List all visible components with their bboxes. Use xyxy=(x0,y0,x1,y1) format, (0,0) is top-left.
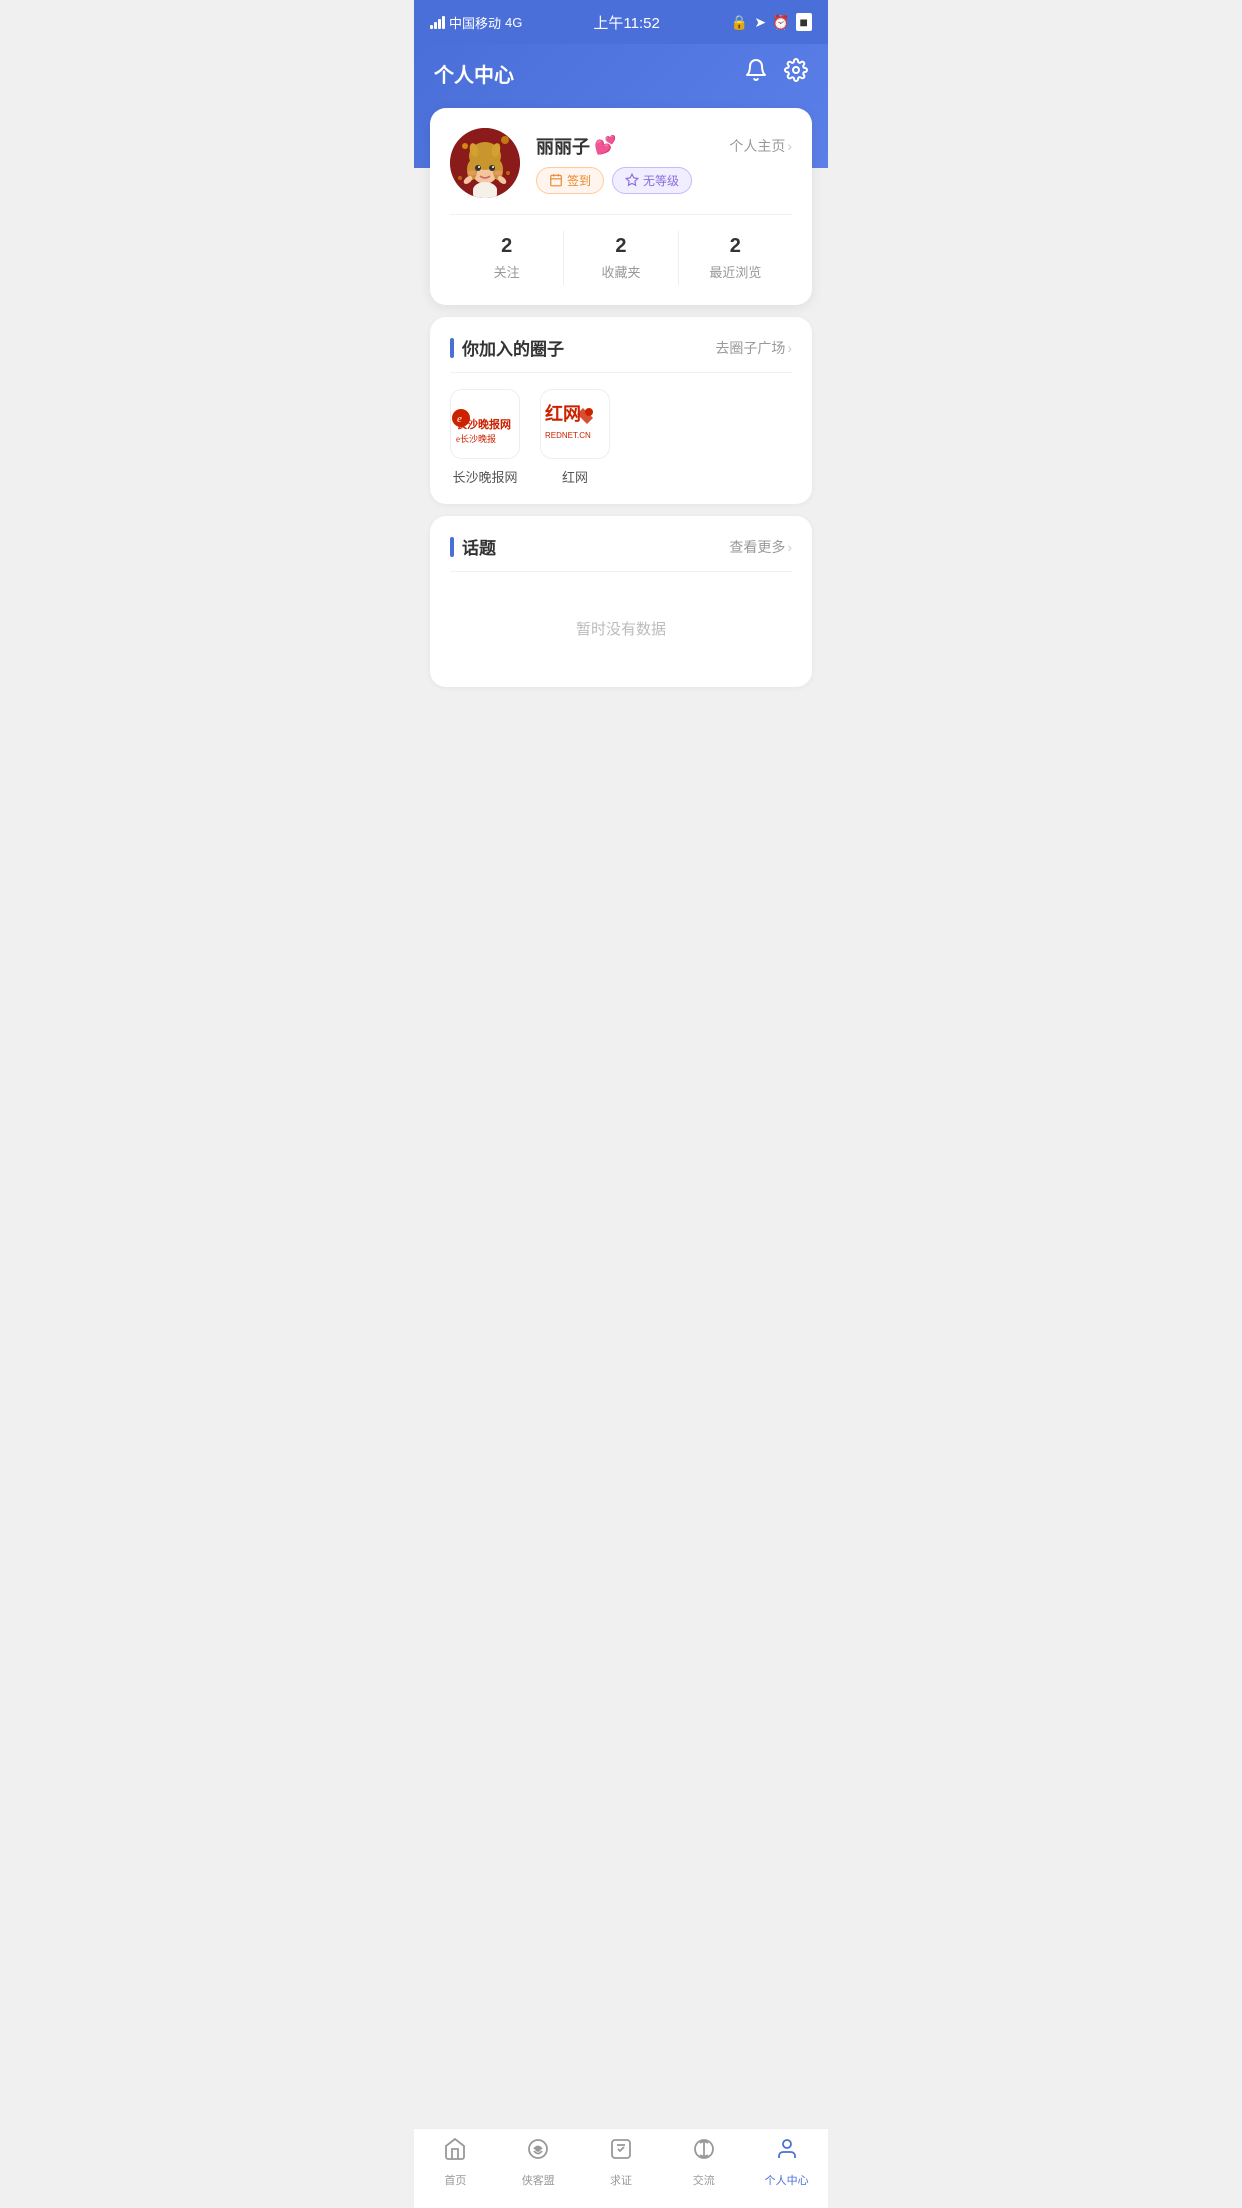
lock-icon: 🔒 xyxy=(731,14,748,31)
profile-icon xyxy=(775,2137,799,2168)
profile-name: 丽丽子 xyxy=(536,133,590,159)
level-label: 无等级 xyxy=(643,172,679,189)
status-bar: 中国移动 4G 上午11:52 🔒 ➤ ⏰ ■ xyxy=(414,0,828,44)
recent-label: 最近浏览 xyxy=(679,262,792,281)
profile-top: 丽丽子 💕 个人主页 › 签到 xyxy=(450,128,792,198)
chevron-right-icon: › xyxy=(787,340,792,356)
level-badge: 无等级 xyxy=(612,167,692,194)
circles-section: 你加入的圈子 去圈子广场 › 长沙晚报网 e长沙晚报 e 长沙晚报网 xyxy=(430,317,812,504)
nav-label-profile: 个人中心 xyxy=(765,2172,809,2188)
bottom-nav: 首页 侠客盟 求证 xyxy=(414,2128,828,2208)
stat-following[interactable]: 2 关注 xyxy=(450,231,564,285)
settings-icon[interactable] xyxy=(784,58,808,88)
stats-row: 2 关注 2 收藏夹 2 最近浏览 xyxy=(450,231,792,285)
xiakemeng-icon xyxy=(526,2137,550,2168)
circle-item-rednet[interactable]: 红网 REDNET.CN 红网 xyxy=(540,389,610,486)
nav-label-qiuzheng: 求证 xyxy=(610,2172,632,2188)
rednet-logo: 红网 REDNET.CN xyxy=(540,389,610,459)
nav-item-exchange[interactable]: 交流 xyxy=(662,2137,745,2188)
status-right: 🔒 ➤ ⏰ ■ xyxy=(731,13,812,31)
chevron-right-icon: › xyxy=(787,138,792,154)
svg-text:e长沙晚报: e长沙晚报 xyxy=(456,433,496,444)
topics-accent xyxy=(450,537,454,557)
notification-icon[interactable] xyxy=(744,58,768,88)
topics-header: 话题 查看更多 › xyxy=(450,534,792,559)
following-label: 关注 xyxy=(450,262,563,281)
stat-recent[interactable]: 2 最近浏览 xyxy=(679,231,792,285)
exchange-icon xyxy=(692,2137,716,2168)
nav-label-exchange: 交流 xyxy=(693,2172,715,2188)
no-data-text: 暂时没有数据 xyxy=(450,588,792,669)
qiuzheng-icon xyxy=(609,2137,633,2168)
svg-text:REDNET.CN: REDNET.CN xyxy=(545,431,591,440)
circles-header: 你加入的圈子 去圈子广场 › xyxy=(450,335,792,360)
topics-more-link[interactable]: 查看更多 › xyxy=(729,537,792,557)
favorites-count: 2 xyxy=(564,235,677,258)
nav-label-xiakemeng: 侠客盟 xyxy=(522,2172,555,2188)
avatar[interactable] xyxy=(450,128,520,198)
profile-card: 丽丽子 💕 个人主页 › 签到 xyxy=(430,108,812,305)
checkin-button[interactable]: 签到 xyxy=(536,167,604,194)
changsha-name: 长沙晚报网 xyxy=(452,467,517,486)
page-title: 个人中心 xyxy=(434,59,514,88)
circles-divider xyxy=(450,372,792,373)
following-count: 2 xyxy=(450,235,563,258)
nav-item-xiakemeng[interactable]: 侠客盟 xyxy=(497,2137,580,2188)
profile-info: 丽丽子 💕 个人主页 › 签到 xyxy=(536,133,792,194)
header-icons xyxy=(744,58,808,88)
signal-bars xyxy=(430,16,445,29)
nav-item-home[interactable]: 首页 xyxy=(414,2137,497,2188)
circle-item-changsha[interactable]: 长沙晚报网 e长沙晚报 e 长沙晚报网 xyxy=(450,389,520,486)
profile-name-row: 丽丽子 💕 个人主页 › xyxy=(536,133,792,159)
time-label: 上午11:52 xyxy=(593,12,659,33)
carrier-label: 中国移动 xyxy=(449,13,501,32)
circles-accent xyxy=(450,338,454,358)
svg-text:红网: 红网 xyxy=(545,403,581,424)
profile-divider xyxy=(450,214,792,215)
topics-section: 话题 查看更多 › 暂时没有数据 xyxy=(430,516,812,687)
checkin-label: 签到 xyxy=(567,172,591,189)
network-label: 4G xyxy=(505,15,522,30)
profile-name-emoji: 💕 xyxy=(594,135,616,156)
svg-text:e: e xyxy=(457,413,462,425)
chevron-right-icon: › xyxy=(787,539,792,555)
nav-label-home: 首页 xyxy=(444,2172,466,2188)
profile-homepage-link[interactable]: 个人主页 › xyxy=(729,136,792,156)
recent-count: 2 xyxy=(679,235,792,258)
status-left: 中国移动 4G xyxy=(430,13,522,32)
rednet-name: 红网 xyxy=(562,467,588,486)
changsha-logo: 长沙晚报网 e长沙晚报 e xyxy=(450,389,520,459)
topics-divider xyxy=(450,571,792,572)
home-icon xyxy=(443,2137,467,2168)
stat-favorites[interactable]: 2 收藏夹 xyxy=(564,231,678,285)
circles-more-link[interactable]: 去圈子广场 › xyxy=(715,338,792,358)
nav-item-profile[interactable]: 个人中心 xyxy=(745,2137,828,2188)
alarm-icon: ⏰ xyxy=(772,14,789,31)
circles-title: 你加入的圈子 xyxy=(450,335,564,360)
circles-grid: 长沙晚报网 e长沙晚报 e 长沙晚报网 红网 REDNET.CN xyxy=(450,389,792,486)
location-icon: ➤ xyxy=(754,14,766,31)
topics-title: 话题 xyxy=(450,534,496,559)
battery-icon: ■ xyxy=(796,13,812,31)
favorites-label: 收藏夹 xyxy=(564,262,677,281)
profile-tags: 签到 无等级 xyxy=(536,167,792,194)
nav-item-qiuzheng[interactable]: 求证 xyxy=(580,2137,663,2188)
